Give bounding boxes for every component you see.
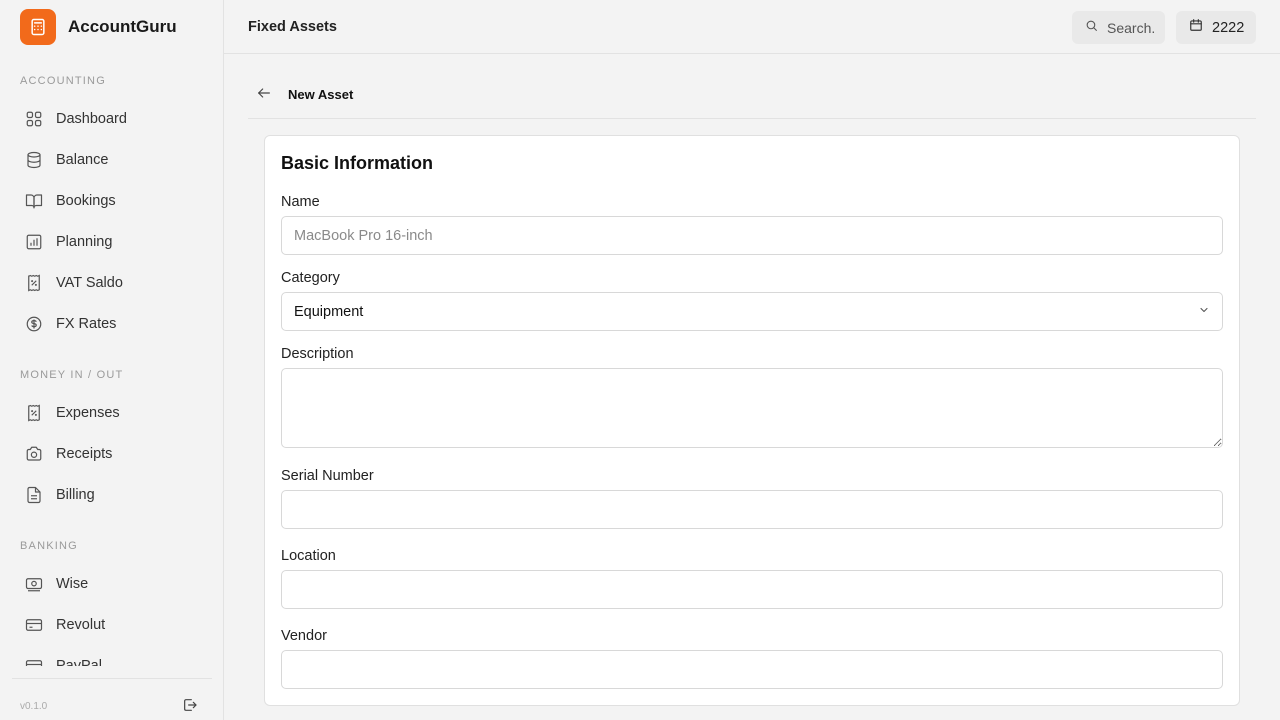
banknote-icon bbox=[24, 574, 44, 594]
search-label: Search. bbox=[1107, 19, 1156, 36]
sidebar-item-label: Billing bbox=[56, 487, 95, 503]
section-label-accounting: ACCOUNTING bbox=[20, 75, 106, 87]
sidebar-item-label: Revolut bbox=[56, 617, 106, 633]
dollar-circle-icon bbox=[24, 314, 44, 334]
calendar-icon bbox=[1189, 18, 1203, 37]
subheader: New Asset bbox=[248, 76, 1256, 119]
sidebar-item-label: Expenses bbox=[56, 405, 120, 421]
location-label: Location bbox=[281, 548, 336, 564]
sidebar-nav: ACCOUNTING Dashboard Balance Bookings Pl… bbox=[0, 58, 224, 666]
app-version: v0.1.0 bbox=[20, 701, 48, 712]
credit-card-icon bbox=[24, 615, 44, 635]
sidebar-item-label: Planning bbox=[56, 234, 113, 250]
name-input[interactable] bbox=[281, 216, 1223, 255]
page-title: Fixed Assets bbox=[248, 19, 337, 35]
section-label-banking: BANKING bbox=[20, 540, 78, 552]
sidebar-item-paypal[interactable]: PayPal bbox=[12, 649, 212, 666]
sidebar-item-vat-saldo[interactable]: VAT Saldo bbox=[12, 266, 212, 300]
sidebar-item-dashboard[interactable]: Dashboard bbox=[12, 102, 212, 136]
sidebar-item-receipts[interactable]: Receipts bbox=[12, 437, 212, 471]
section-label-money: MONEY IN / OUT bbox=[20, 369, 124, 381]
category-select[interactable]: Equipment bbox=[281, 292, 1223, 331]
chevron-down-icon bbox=[1198, 303, 1210, 321]
search-button[interactable]: Search. bbox=[1072, 11, 1165, 44]
sidebar-item-billing[interactable]: Billing bbox=[12, 478, 212, 512]
sidebar-item-wise[interactable]: Wise bbox=[12, 567, 212, 601]
serial-number-label: Serial Number bbox=[281, 468, 374, 484]
brand[interactable]: AccountGuru bbox=[20, 9, 177, 45]
receipt-icon bbox=[24, 403, 44, 423]
sidebar-item-label: Dashboard bbox=[56, 111, 127, 127]
sidebar-item-label: Bookings bbox=[56, 193, 116, 209]
file-text-icon bbox=[24, 485, 44, 505]
sidebar-item-label: Balance bbox=[56, 152, 109, 168]
logout-icon[interactable] bbox=[182, 697, 200, 715]
name-label: Name bbox=[281, 194, 320, 210]
search-icon bbox=[1085, 19, 1098, 37]
back-arrow-icon[interactable] bbox=[256, 85, 274, 103]
sidebar-item-expenses[interactable]: Expenses bbox=[12, 396, 212, 430]
sidebar-item-label: PayPal bbox=[56, 658, 102, 666]
year-label: 2222 bbox=[1212, 19, 1245, 36]
basic-information-card: Basic Information Name Category Equipmen… bbox=[264, 135, 1240, 706]
grid-icon bbox=[24, 109, 44, 129]
category-value: Equipment bbox=[294, 303, 364, 320]
top-header: Fixed Assets Search. 2222 bbox=[224, 0, 1280, 54]
receipt-percent-icon bbox=[24, 273, 44, 293]
location-input[interactable] bbox=[281, 570, 1223, 609]
database-icon bbox=[24, 150, 44, 170]
sidebar-item-revolut[interactable]: Revolut bbox=[12, 608, 212, 642]
calculator-logo-icon bbox=[20, 9, 56, 45]
credit-card-icon bbox=[24, 656, 44, 666]
description-textarea[interactable] bbox=[281, 368, 1223, 448]
sidebar-item-balance[interactable]: Balance bbox=[12, 143, 212, 177]
serial-number-input[interactable] bbox=[281, 490, 1223, 529]
category-label: Category bbox=[281, 270, 340, 286]
bar-chart-icon bbox=[24, 232, 44, 252]
sidebar-item-fx-rates[interactable]: FX Rates bbox=[12, 307, 212, 341]
vendor-label: Vendor bbox=[281, 628, 327, 644]
sidebar-item-label: VAT Saldo bbox=[56, 275, 123, 291]
sidebar-item-label: Wise bbox=[56, 576, 89, 592]
sidebar-item-label: FX Rates bbox=[56, 316, 117, 332]
card-title: Basic Information bbox=[281, 153, 434, 173]
year-selector-button[interactable]: 2222 bbox=[1176, 11, 1256, 44]
book-icon bbox=[24, 191, 44, 211]
sidebar-item-planning[interactable]: Planning bbox=[12, 225, 212, 259]
vendor-input[interactable] bbox=[281, 650, 1223, 689]
subheader-title: New Asset bbox=[288, 87, 354, 102]
app-name: AccountGuru bbox=[68, 17, 177, 36]
sidebar-item-label: Receipts bbox=[56, 446, 113, 462]
sidebar-footer: v0.1.0 bbox=[12, 678, 212, 720]
sidebar: AccountGuru ACCOUNTING Dashboard Balance… bbox=[0, 0, 224, 720]
camera-icon bbox=[24, 444, 44, 464]
sidebar-item-bookings[interactable]: Bookings bbox=[12, 184, 212, 218]
description-label: Description bbox=[281, 346, 354, 362]
